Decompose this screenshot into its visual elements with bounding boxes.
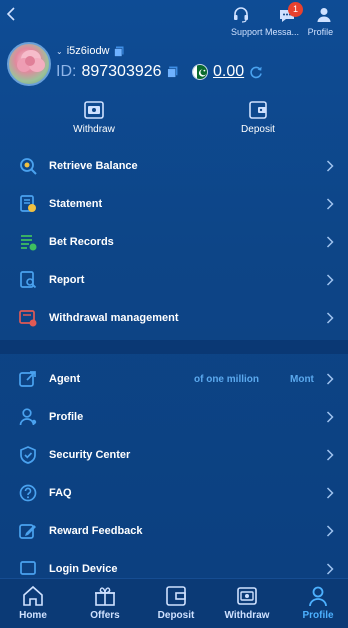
statement-icon <box>20 195 36 212</box>
user-icon <box>317 8 331 22</box>
bet-records-icon <box>21 235 37 251</box>
message-badge: 1 <box>288 2 303 17</box>
top-bar: 1 Support Messa... Profile <box>0 0 348 42</box>
nav-deposit[interactable]: Deposit <box>147 584 205 621</box>
chevron-right-icon <box>326 198 334 210</box>
withdraw-icon <box>237 587 257 605</box>
username-row: ⌄ i5z6iodw <box>56 45 124 57</box>
section-divider <box>0 340 348 354</box>
profile-top-label: Profile <box>307 27 334 37</box>
headset-icon <box>234 7 248 23</box>
chevron-right-icon <box>326 373 334 385</box>
gift-icon <box>95 587 115 606</box>
menu-item-withdrawal-management[interactable]: Withdrawal management <box>0 299 348 337</box>
menu-label: Reward Feedback <box>49 525 143 537</box>
chevron-right-icon <box>326 487 334 499</box>
menu-label: Statement <box>49 198 103 210</box>
support-button[interactable] <box>233 6 249 24</box>
menu-item-retrieve-balance[interactable]: Retrieve Balance <box>0 147 348 185</box>
chevron-right-icon <box>326 563 334 575</box>
chevron-right-icon <box>326 274 334 286</box>
menu-label: Agent <box>49 373 81 385</box>
nav-offers[interactable]: Offers <box>76 584 134 621</box>
profile-icon <box>19 408 37 426</box>
nav-profile-label: Profile <box>302 610 334 621</box>
withdraw-label: Withdraw <box>73 124 115 135</box>
balance-value[interactable]: 0.00 <box>213 63 244 81</box>
nav-withdraw-label: Withdraw <box>224 610 270 621</box>
menu-item-report[interactable]: Report <box>0 261 348 299</box>
agent-icon <box>19 371 36 387</box>
deposit-label: Deposit <box>241 124 275 135</box>
menu-label: Profile <box>49 411 84 423</box>
withdraw-button[interactable]: Withdraw <box>54 100 134 135</box>
report-icon <box>20 271 37 289</box>
refresh-icon[interactable] <box>249 65 263 79</box>
nav-offers-label: Offers <box>90 610 120 621</box>
bottom-navigation: Home Offers Deposit Withdraw Profile <box>0 578 348 628</box>
withdrawal-management-icon <box>19 310 37 327</box>
menu-label: Login Device <box>49 563 118 575</box>
search-balance-icon <box>20 158 37 175</box>
support-label: Support <box>231 27 263 37</box>
wallet-icon <box>249 101 267 119</box>
menu-label: Retrieve Balance <box>49 160 138 172</box>
chevron-down-icon[interactable]: ⌄ <box>56 47 63 56</box>
menu-label: Withdrawal management <box>49 312 179 324</box>
message-label: Messa... <box>265 27 300 37</box>
chevron-right-icon <box>326 449 334 461</box>
chevron-right-icon <box>326 312 334 324</box>
menu-item-reward-feedback[interactable]: Reward Feedback <box>0 512 348 550</box>
profile-screen: 1 Support Messa... Profile ⌄ i5z6iodw ID… <box>0 0 348 628</box>
reward-feedback-icon <box>19 524 36 539</box>
nav-withdraw[interactable]: Withdraw <box>218 584 276 621</box>
security-icon <box>20 446 36 464</box>
username: i5z6iodw <box>66 45 110 57</box>
pakistan-flag-icon <box>192 64 208 80</box>
menu-item-agent[interactable]: Agent of one million Mont <box>0 360 348 398</box>
user-id-row: ID: 897303926 <box>56 63 178 81</box>
question-icon <box>19 484 37 502</box>
menu-item-profile[interactable]: Profile <box>0 398 348 436</box>
top-labels: Support Messa... Profile <box>231 27 333 37</box>
nav-deposit-label: Deposit <box>157 610 195 621</box>
agent-promo-text: of one million <box>194 373 259 385</box>
menu-label: FAQ <box>49 487 72 499</box>
copy-icon[interactable] <box>113 46 124 57</box>
id-prefix: ID: <box>56 63 77 80</box>
chevron-right-icon <box>326 236 334 248</box>
nav-home[interactable]: Home <box>4 584 62 621</box>
chevron-right-icon <box>326 411 334 423</box>
avatar[interactable] <box>7 42 51 86</box>
deposit-button[interactable]: Deposit <box>218 100 298 135</box>
back-arrow-icon[interactable] <box>6 6 22 24</box>
nav-profile[interactable]: Profile <box>289 584 347 621</box>
chevron-right-icon <box>326 160 334 172</box>
menu-label: Report <box>49 274 85 286</box>
user-id: 897303926 <box>81 63 162 80</box>
withdraw-ticket-icon <box>84 101 104 119</box>
top-profile-button[interactable] <box>309 6 339 24</box>
profile-nav-icon <box>309 586 327 607</box>
menu-label: Bet Records <box>49 236 114 248</box>
chevron-right-icon <box>326 525 334 537</box>
menu-item-statement[interactable]: Statement <box>0 185 348 223</box>
balance-row: 0.00 <box>192 63 263 81</box>
copy-id-icon[interactable] <box>166 66 178 78</box>
menu-item-security-center[interactable]: Security Center <box>0 436 348 474</box>
login-device-icon <box>20 561 36 575</box>
deposit-wallet-icon <box>166 586 186 606</box>
nav-home-label: Home <box>19 610 47 621</box>
menu-item-bet-records[interactable]: Bet Records <box>0 223 348 261</box>
menu-item-faq[interactable]: FAQ <box>0 474 348 512</box>
menu-label: Security Center <box>49 449 131 461</box>
home-icon <box>23 585 43 606</box>
agent-promo-text-2: Mont <box>290 373 314 385</box>
